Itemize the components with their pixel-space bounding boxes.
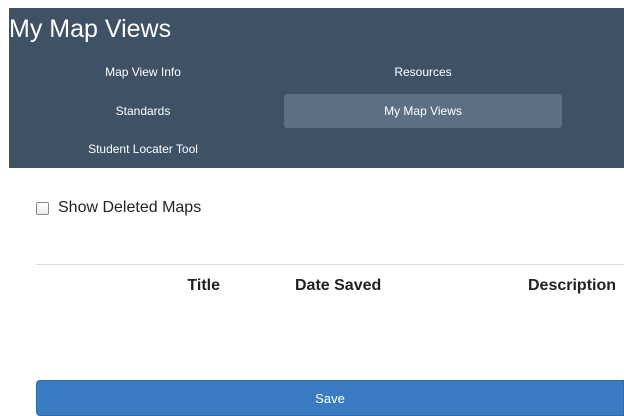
show-deleted-checkbox[interactable] [36,201,49,215]
column-header-title[interactable]: Title [36,277,220,295]
save-button[interactable]: Save [36,380,624,416]
page-title: My Map Views [9,15,172,43]
nav-item-map-view-info[interactable]: Map View Info [18,55,268,89]
column-header-description[interactable]: Description [528,277,616,295]
column-header-date-saved[interactable]: Date Saved [295,277,381,295]
page: My Map Views Map View Info Resources Sta… [0,0,624,416]
nav-item-my-map-views[interactable]: My Map Views [284,94,562,128]
show-deleted-label[interactable]: Show Deleted Maps [58,199,201,217]
divider [36,264,624,265]
show-deleted-row: Show Deleted Maps [36,197,201,219]
nav-item-resources[interactable]: Resources [284,55,562,89]
nav-item-standards[interactable]: Standards [18,94,268,128]
nav-item-student-locater-tool[interactable]: Student Locater Tool [18,132,268,166]
header-panel: My Map Views Map View Info Resources Sta… [9,8,624,168]
